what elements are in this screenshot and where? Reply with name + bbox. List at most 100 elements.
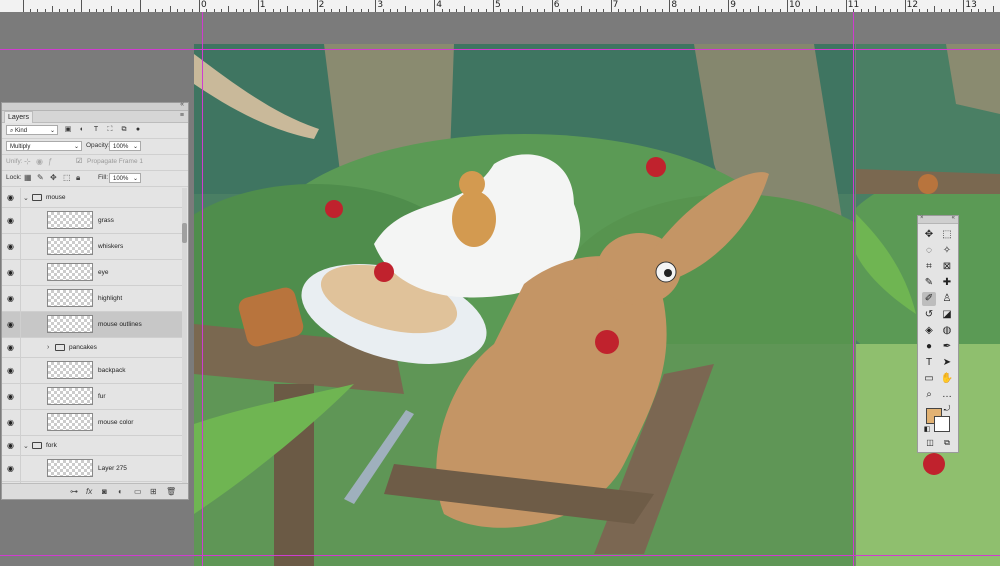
rectangle-tool-icon[interactable]: ▭ (922, 372, 936, 386)
trash-icon[interactable]: 🗑︎ (166, 487, 176, 496)
filter-toggle-icon[interactable]: ● (134, 126, 142, 134)
unify-position-icon[interactable]: ⊹ (24, 157, 31, 166)
type-filter-icon[interactable]: T (92, 126, 100, 134)
link-layers-icon[interactable]: ⊶ (70, 487, 78, 496)
magic-wand-tool-icon[interactable]: ✧ (940, 244, 954, 258)
tools-panel[interactable]: × « ✥ ⬚ ◌ ✧ ⌗ ⊠ ✎ ✚ ✐ ♙ ↺ ◪ ◈ ◍ ● ✒ T ➤ ▭ ✋ ⌕ … ⤾ ◧ ◫ ⧉ (917, 215, 959, 453)
visibility-eye-icon[interactable]: ◉ (7, 392, 17, 401)
dodge-tool-icon[interactable]: ● (922, 340, 936, 354)
chevron-down-icon: ⌄ (132, 176, 138, 182)
chevron-down-icon[interactable]: ⌄ (23, 194, 29, 202)
paint-bucket-tool-icon[interactable]: ◈ (922, 324, 936, 338)
type-tool-icon[interactable]: T (922, 356, 936, 370)
swap-colors-icon[interactable]: ⤾ (940, 402, 954, 416)
crop-tool-icon[interactable]: ⌗ (922, 260, 936, 274)
lock-pixels-icon[interactable]: ✎ (37, 173, 44, 182)
layers-scrollbar[interactable] (182, 188, 187, 484)
eyedropper-tool-icon[interactable]: ✎ (922, 276, 936, 290)
propagate-checkbox[interactable]: ☑ (76, 157, 82, 165)
layer-group-fork[interactable]: ◉ ⌄ fork (2, 436, 184, 456)
layer-whiskers[interactable]: ◉ whiskers (2, 234, 184, 260)
lasso-tool-icon[interactable]: ◌ (922, 244, 936, 258)
tools-header[interactable]: × « (918, 215, 958, 224)
lock-label: Lock: (6, 174, 22, 181)
adjustment-layer-icon[interactable]: ◐ (118, 487, 123, 496)
visibility-eye-icon[interactable]: ◉ (7, 294, 17, 303)
hand-tool-icon[interactable]: ✋ (940, 372, 954, 386)
background-color-swatch[interactable] (934, 416, 950, 432)
lock-artboard-icon[interactable]: ⬚ (63, 173, 71, 182)
clone-stamp-tool-icon[interactable]: ♙ (940, 292, 954, 306)
opacity-field[interactable]: 100% ⌄ (109, 141, 141, 151)
layer-backpack[interactable]: ◉ backpack (2, 358, 184, 384)
collapse-icon[interactable]: « (180, 101, 184, 108)
visibility-eye-icon[interactable]: ◉ (7, 268, 17, 277)
layer-275[interactable]: ◉ Layer 275 (2, 456, 184, 482)
layer-list[interactable]: ◉ ⌄ mouse ◉ grass ◉ whiskers ◉ eye ◉ hig… (2, 188, 184, 484)
unify-visibility-icon[interactable]: ◉ (36, 157, 43, 166)
pixel-filter-icon[interactable]: ▣ (64, 126, 72, 134)
zoom-tool-icon[interactable]: ⌕ (922, 388, 936, 402)
layer-group-pancakes[interactable]: ◉ › pancakes (2, 338, 184, 358)
path-selection-tool-icon[interactable]: ➤ (940, 356, 954, 370)
visibility-eye-icon[interactable]: ◉ (7, 464, 17, 473)
scrollbar-thumb[interactable] (182, 223, 187, 243)
chevron-down-icon[interactable]: ⌄ (23, 442, 29, 450)
filter-kind-select[interactable]: ⌕ Kind ⌄ (6, 125, 58, 135)
guide-vertical[interactable] (202, 12, 203, 566)
layer-group-mouse[interactable]: ◉ ⌄ mouse (2, 188, 184, 208)
panel-header-bar[interactable]: « (2, 101, 188, 111)
fx-icon[interactable]: fx (86, 487, 92, 496)
move-tool-icon[interactable]: ✥ (922, 228, 936, 242)
healing-brush-tool-icon[interactable]: ✚ (940, 276, 954, 290)
layer-grass[interactable]: ◉ grass (2, 208, 184, 234)
new-group-icon[interactable]: ▭ (134, 487, 142, 496)
visibility-eye-icon[interactable]: ◉ (7, 343, 17, 352)
guide-horizontal[interactable] (0, 555, 1000, 556)
visibility-eye-icon[interactable]: ◉ (7, 366, 17, 375)
eraser-tool-icon[interactable]: ◪ (940, 308, 954, 322)
visibility-eye-icon[interactable]: ◉ (7, 320, 17, 329)
visibility-eye-icon[interactable]: ◉ (7, 216, 17, 225)
screen-mode-icon[interactable]: ⧉ (940, 436, 954, 450)
strawberry (646, 157, 666, 177)
visibility-eye-icon[interactable]: ◉ (7, 242, 17, 251)
lock-all-icon[interactable]: 🔒︎ (76, 173, 80, 183)
lock-transparent-icon[interactable]: ▦ (24, 173, 32, 182)
history-brush-tool-icon[interactable]: ↺ (922, 308, 936, 322)
guide-horizontal[interactable] (0, 49, 1000, 50)
more-tools-icon[interactable]: … (940, 388, 954, 402)
layer-eye[interactable]: ◉ eye (2, 260, 184, 286)
panel-menu-icon[interactable]: ≡ (180, 112, 184, 119)
brush-tool-icon[interactable]: ✐ (922, 292, 936, 306)
layers-panel[interactable]: « Layers ≡ ⌕ Kind ⌄ ▣ ◐ T ⛶ ⧉ ● Multiply ⌄… (1, 101, 189, 500)
visibility-eye-icon[interactable]: ◉ (7, 418, 17, 427)
lock-position-icon[interactable]: ✥ (50, 173, 57, 182)
shape-filter-icon[interactable]: ⛶ (106, 126, 114, 134)
quick-mask-icon[interactable]: ◫ (923, 436, 937, 450)
layer-fur[interactable]: ◉ fur (2, 384, 184, 410)
artwork-canvas[interactable] (194, 44, 855, 566)
add-mask-icon[interactable]: ◙ (102, 487, 107, 496)
adjustment-filter-icon[interactable]: ◐ (78, 126, 86, 134)
pen-tool-icon[interactable]: ✒ (940, 340, 954, 354)
visibility-eye-icon[interactable]: ◉ (7, 193, 17, 202)
visibility-eye-icon[interactable]: ◉ (7, 441, 17, 450)
guide-vertical[interactable] (853, 12, 854, 566)
layer-highlight[interactable]: ◉ highlight (2, 286, 184, 312)
smart-object-filter-icon[interactable]: ⧉ (120, 126, 128, 134)
unify-style-icon[interactable]: ƒ (48, 157, 52, 166)
default-colors-icon[interactable]: ◧ (920, 423, 934, 437)
layer-mouse-outlines[interactable]: ◉ mouse outlines (2, 312, 184, 338)
new-layer-icon[interactable]: ⊞ (150, 487, 157, 496)
chevron-right-icon[interactable]: › (47, 344, 49, 351)
blur-tool-icon[interactable]: ◍ (940, 324, 954, 338)
tab-layers[interactable]: Layers (4, 111, 34, 123)
fill-field[interactable]: 100% ⌄ (109, 173, 141, 183)
close-icon[interactable]: × (920, 215, 924, 221)
blend-mode-select[interactable]: Multiply ⌄ (6, 141, 82, 151)
marquee-tool-icon[interactable]: ⬚ (940, 228, 954, 242)
layer-mouse-color[interactable]: ◉ mouse color (2, 410, 184, 436)
collapse-icon[interactable]: « (952, 215, 955, 221)
frame-tool-icon[interactable]: ⊠ (940, 260, 954, 274)
